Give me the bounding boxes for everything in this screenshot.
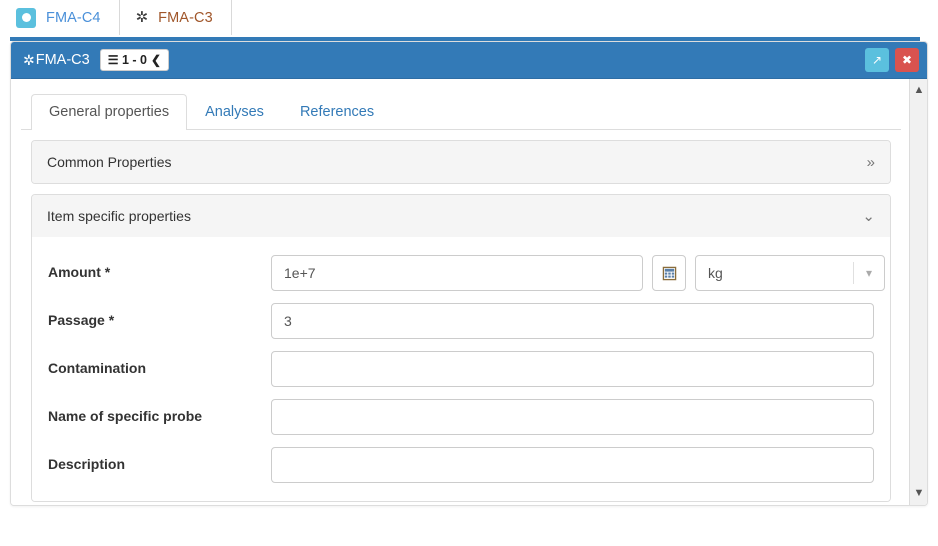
close-x-icon: ✖	[902, 54, 912, 66]
tab-analyses[interactable]: Analyses	[187, 94, 282, 130]
chevron-down-icon: ⌄	[862, 209, 875, 224]
label-specific-probe: Name of specific probe	[48, 399, 271, 425]
tab-references[interactable]: References	[282, 94, 392, 130]
top-tab-strip: FMA-C4 ✲ FMA-C3	[0, 0, 938, 35]
accordion-item-specific-properties-header[interactable]: Item specific properties ⌄	[32, 195, 890, 237]
top-tab-fma-c4[interactable]: FMA-C4	[0, 0, 120, 35]
form-row-specific-probe: Name of specific probe	[48, 399, 874, 435]
gear-icon: ✲	[23, 53, 35, 67]
panel-title: FMA-C3	[36, 52, 90, 68]
passage-input[interactable]	[271, 303, 874, 339]
expand-button[interactable]: ↗	[865, 48, 889, 72]
panel-header: ✲ FMA-C3 ☰ 1 - 0 ❮ ↗ ✖	[11, 42, 927, 79]
form-row-description: Description	[48, 447, 874, 483]
chevron-down-icon: ▾	[866, 267, 872, 279]
label-amount: Amount *	[48, 255, 271, 281]
scrollbar-thumb[interactable]	[911, 99, 927, 429]
select-divider	[853, 262, 854, 284]
calculator-button[interactable]	[652, 255, 686, 291]
label-contamination: Contamination	[48, 351, 271, 377]
calculator-icon	[662, 266, 677, 281]
expand-arrows-icon: ↗	[872, 54, 882, 66]
scroll-down-button[interactable]: ▼	[910, 484, 928, 502]
circle-badge-icon	[16, 8, 36, 28]
panel-scroll-area: General properties Analyses References C…	[11, 79, 911, 506]
label-passage: Passage *	[48, 303, 271, 329]
chevron-down-icon: ▼	[914, 488, 925, 499]
form-row-passage: Passage *	[48, 303, 874, 339]
top-tab-label: FMA-C4	[46, 10, 101, 26]
accordion-common-properties-header[interactable]: Common Properties »	[32, 141, 890, 183]
contamination-input[interactable]	[271, 351, 874, 387]
form-row-amount: Amount *	[48, 255, 874, 291]
relations-count: 1 - 0	[122, 53, 147, 67]
panel-body: General properties Analyses References C…	[11, 79, 927, 506]
description-input[interactable]	[271, 447, 874, 483]
accordion-title: Item specific properties	[47, 208, 191, 224]
close-button[interactable]: ✖	[895, 48, 919, 72]
item-specific-properties-form: Amount *	[32, 237, 890, 501]
accordion-group: Common Properties » Item specific proper…	[21, 130, 901, 502]
panel-header-buttons: ↗ ✖	[865, 48, 919, 72]
chevron-right-icon: »	[867, 155, 875, 170]
unit-select-value: kg	[708, 265, 853, 281]
gear-icon: ✲	[136, 10, 149, 25]
detail-panel: ✲ FMA-C3 ☰ 1 - 0 ❮ ↗ ✖ General propertie…	[10, 41, 928, 506]
list-icon: ☰	[108, 54, 118, 66]
form-row-contamination: Contamination	[48, 351, 874, 387]
vertical-scrollbar[interactable]: ▲ ▼	[909, 79, 927, 506]
top-tab-label: FMA-C3	[158, 10, 213, 26]
share-icon: ❮	[151, 54, 161, 66]
accordion-common-properties: Common Properties »	[31, 140, 891, 184]
tab-label: Analyses	[205, 104, 264, 120]
tab-label: General properties	[49, 104, 169, 120]
scroll-up-button[interactable]: ▲	[910, 81, 928, 99]
accordion-item-specific-properties: Item specific properties ⌄ Amount *	[31, 194, 891, 502]
relations-count-badge[interactable]: ☰ 1 - 0 ❮	[100, 49, 169, 71]
accordion-title: Common Properties	[47, 154, 172, 170]
unit-select[interactable]: kg ▾	[695, 255, 885, 291]
tab-general-properties[interactable]: General properties	[31, 94, 187, 130]
specific-probe-input[interactable]	[271, 399, 874, 435]
amount-input[interactable]	[271, 255, 643, 291]
chevron-up-icon: ▲	[914, 85, 925, 96]
tab-label: References	[300, 104, 374, 120]
label-description: Description	[48, 447, 271, 473]
top-tab-fma-c3[interactable]: ✲ FMA-C3	[120, 0, 232, 35]
properties-tab-bar: General properties Analyses References	[21, 91, 901, 130]
